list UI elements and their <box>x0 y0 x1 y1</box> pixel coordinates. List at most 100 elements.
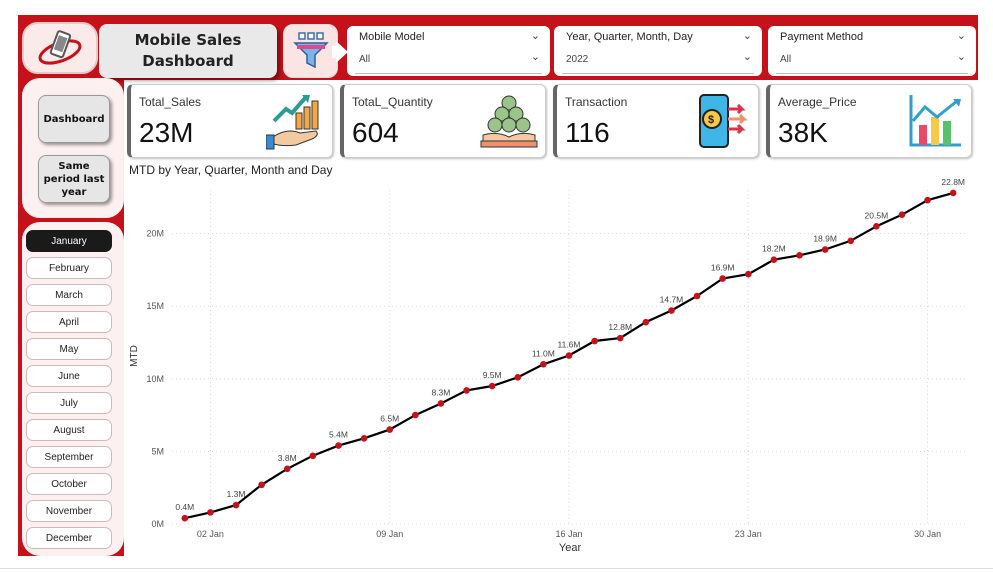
growth-hand-icon <box>266 95 319 150</box>
kpi-label: Total_Sales <box>139 95 202 109</box>
phone-logo-icon <box>38 30 82 65</box>
data-point[interactable] <box>258 481 265 489</box>
data-point[interactable] <box>360 435 368 442</box>
logo <box>22 22 98 74</box>
data-point[interactable] <box>796 252 803 259</box>
svg-text:$: $ <box>708 114 714 126</box>
data-point[interactable] <box>821 246 829 253</box>
divider <box>776 73 968 74</box>
chevron-down-icon[interactable]: ⌄ <box>957 29 966 42</box>
kpi-card-average-price: Average_Price 38K <box>766 84 972 158</box>
month-slicer: January February March April May June Ju… <box>22 222 124 556</box>
data-label: 16.9M <box>711 263 735 273</box>
data-point[interactable] <box>540 360 547 368</box>
data-point[interactable] <box>898 211 906 218</box>
slicer-value: All <box>780 54 792 65</box>
data-label: 11.6M <box>558 340 581 350</box>
month-button-march[interactable]: March <box>26 284 112 306</box>
data-label: 3.8M <box>278 453 297 463</box>
y-tick-label: 0M <box>151 519 164 529</box>
x-tick-label: 02 Jan <box>197 529 224 539</box>
data-point[interactable] <box>770 256 778 264</box>
y-axis-title: MTD <box>129 345 140 367</box>
chevron-down-icon[interactable]: ⌄ <box>531 50 540 63</box>
slicer-title: Payment Method <box>780 31 864 43</box>
data-label: 9.5M <box>483 370 502 380</box>
data-point[interactable] <box>642 318 650 326</box>
month-button-february[interactable]: February <box>26 257 112 279</box>
slicer-value: 2022 <box>566 54 589 65</box>
mtd-line-chart: 0M 5M 10M 15M 20M 02 Jan 09 Jan 16 Jan 23 Jan 30 … <box>129 178 966 554</box>
month-button-may[interactable]: May <box>26 338 112 360</box>
data-point[interactable] <box>847 237 855 245</box>
y-tick-label: 10M <box>146 374 164 384</box>
dashboard-canvas: Mobile Sales Dashboard Mobile Model ⌄ Al… <box>0 0 993 573</box>
kpi-card-transaction: Transaction 116 $ <box>553 84 759 158</box>
chart-title: MTD by Year, Quarter, Month and Day <box>129 163 333 177</box>
divider <box>562 73 754 74</box>
month-button-june[interactable]: June <box>26 365 112 387</box>
month-button-december[interactable]: December <box>26 527 112 549</box>
month-button-april[interactable]: April <box>26 311 112 333</box>
data-point[interactable] <box>386 426 394 433</box>
data-point[interactable] <box>924 196 931 204</box>
data-point[interactable] <box>335 442 342 449</box>
title-line-2: Dashboard <box>142 52 234 70</box>
data-point[interactable] <box>181 514 189 522</box>
data-point[interactable] <box>565 352 573 359</box>
kpi-value: 604 <box>352 117 399 148</box>
month-button-august[interactable]: August <box>26 419 112 441</box>
month-button-july[interactable]: July <box>26 392 112 414</box>
coins-hand-icon <box>480 95 538 148</box>
kpi-label: TotaL_Quantity <box>352 95 433 109</box>
kpi-label: Average_Price <box>778 95 857 109</box>
data-point[interactable] <box>873 223 880 230</box>
data-point[interactable] <box>207 509 214 516</box>
data-point[interactable] <box>232 501 240 509</box>
same-period-last-year-button[interactable]: Same period last year <box>38 155 110 203</box>
data-point[interactable] <box>693 292 701 300</box>
dashboard-button[interactable]: Dashboard <box>38 95 110 143</box>
x-tick-label: 23 Jan <box>735 529 762 539</box>
x-tick-label: 16 Jan <box>555 529 582 539</box>
data-label: 8.3M <box>431 387 450 397</box>
data-point[interactable] <box>437 400 445 407</box>
data-point[interactable] <box>488 382 496 390</box>
data-point[interactable] <box>744 270 752 278</box>
slicer-mobile-model[interactable]: Mobile Model ⌄ All ⌄ <box>347 26 550 76</box>
chevron-down-icon[interactable]: ⌄ <box>531 29 540 42</box>
month-button-november[interactable]: November <box>26 500 112 522</box>
page-navigation: Dashboard Same period last year <box>22 78 124 218</box>
data-point[interactable] <box>412 411 419 419</box>
filter-toggle-button[interactable] <box>283 24 338 78</box>
data-label: 22.8M <box>941 178 965 187</box>
data-point[interactable] <box>719 275 726 282</box>
data-point[interactable] <box>283 465 291 473</box>
month-button-october[interactable]: October <box>26 473 112 495</box>
data-point[interactable] <box>616 334 624 342</box>
data-point[interactable] <box>949 189 957 197</box>
month-button-january[interactable]: January <box>26 230 112 252</box>
slicer-payment-method[interactable]: Payment Method ⌄ All ⌄ <box>768 26 976 76</box>
data-point[interactable] <box>514 374 522 381</box>
y-tick-label: 20M <box>146 229 164 239</box>
chevron-down-icon[interactable]: ⌄ <box>743 29 752 42</box>
kpi-label: Transaction <box>565 95 628 109</box>
data-label: 12.8M <box>608 322 632 332</box>
y-tick-label: 5M <box>151 446 164 456</box>
data-label: 11.0M <box>532 348 555 358</box>
data-point[interactable] <box>591 337 598 345</box>
x-tick-label: 30 Jan <box>914 529 941 539</box>
slicer-date-hierarchy[interactable]: Year, Quarter, Month, Day ⌄ 2022 ⌄ <box>554 26 762 76</box>
month-button-september[interactable]: September <box>26 446 112 468</box>
data-point[interactable] <box>668 307 675 314</box>
chevron-down-icon[interactable]: ⌄ <box>743 50 752 63</box>
x-axis-title: Year <box>559 542 582 554</box>
kpi-value: 38K <box>778 117 828 148</box>
data-label: 0.4M <box>175 502 194 512</box>
data-point[interactable] <box>463 387 470 394</box>
chevron-down-icon[interactable]: ⌄ <box>957 50 966 63</box>
slicer-title: Mobile Model <box>359 31 425 43</box>
slicer-value: All <box>359 54 371 65</box>
data-point[interactable] <box>309 452 317 460</box>
